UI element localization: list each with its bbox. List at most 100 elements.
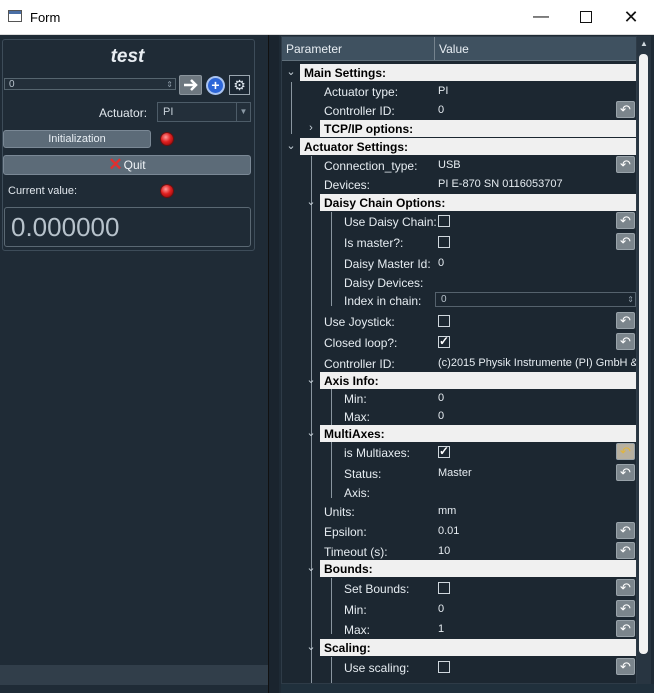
param-controller-id: Controller ID: 0 ↶ <box>282 101 636 120</box>
add-button[interactable]: + <box>205 75 226 95</box>
param-value[interactable]: 0 <box>438 603 444 615</box>
set-bounds-checkbox[interactable] <box>438 582 450 594</box>
param-status: Status: Master ↶ <box>282 464 636 483</box>
reset-icon[interactable]: ↶ <box>616 333 635 350</box>
param-value[interactable]: 0.01 <box>438 525 459 537</box>
chevron-down-icon[interactable]: ⌄ <box>304 425 318 441</box>
group-label: Axis Info: <box>324 374 379 388</box>
plus-icon: + <box>208 77 223 93</box>
chevron-down-icon[interactable]: ⌄ <box>304 560 318 576</box>
preset-combo[interactable]: 0 ⇕ <box>4 78 176 90</box>
parameter-tree: Parameter Value ⌄ Main Settings: Actuator… <box>281 36 637 684</box>
actuator-select[interactable]: PI ▼ <box>157 102 251 122</box>
minimize-button[interactable]: — <box>518 0 564 34</box>
left-status-bar <box>0 665 268 685</box>
is-multiaxes-checkbox[interactable] <box>438 444 450 458</box>
chevron-right-icon[interactable]: › <box>304 120 318 136</box>
scrollbar-thumb[interactable] <box>639 54 648 654</box>
reset-icon[interactable]: ↶ <box>616 464 635 481</box>
group-scaling[interactable]: ⌄ Scaling: <box>282 638 636 657</box>
spin-arrows-icon[interactable]: ⇕ <box>627 293 634 306</box>
group-label: Daisy Chain Options: <box>324 196 446 210</box>
param-use-joystick: Use Joystick: ↶ <box>282 312 636 331</box>
reset-icon[interactable]: ↶ <box>616 542 635 559</box>
reset-icon[interactable]: ↶ <box>616 233 635 250</box>
reset-icon[interactable]: ↶ <box>616 600 635 617</box>
param-value[interactable]: (c)2015 Physik Instrumente (PI) GmbH & <box>438 357 636 369</box>
reset-icon[interactable]: ↶ <box>616 620 635 637</box>
group-actuator-settings[interactable]: ⌄ Actuator Settings: <box>282 137 636 156</box>
param-value[interactable]: Master <box>438 467 472 479</box>
reset-icon[interactable]: ↶ <box>616 579 635 596</box>
spin-arrows-icon: ⇕ <box>166 80 173 89</box>
param-axis: Axis: <box>282 483 636 502</box>
param-label: Controller ID: <box>324 104 395 118</box>
param-value[interactable]: 0 <box>438 104 444 116</box>
current-value-display: 0.000000 <box>4 207 251 247</box>
param-label: is Multiaxes: <box>344 446 411 460</box>
reset-icon[interactable]: ↶ <box>616 443 635 460</box>
param-label: Connection_type: <box>324 159 418 173</box>
group-axis-info[interactable]: ⌄ Axis Info: <box>282 371 636 390</box>
param-label: Use Daisy Chain: <box>344 215 437 229</box>
param-actuator-type: Actuator type: PI <box>282 82 636 101</box>
param-value[interactable]: PI E-870 SN 0116053707 <box>438 178 563 190</box>
chevron-down-icon[interactable]: ⌄ <box>304 639 318 655</box>
use-daisy-checkbox[interactable] <box>438 215 450 227</box>
param-value[interactable]: mm <box>438 505 456 517</box>
chevron-down-icon[interactable]: ⌄ <box>284 138 298 154</box>
param-set-bounds: Set Bounds: ↶ <box>282 579 636 598</box>
quit-x-icon: ✕ <box>108 155 123 174</box>
is-master-checkbox[interactable] <box>438 236 450 248</box>
param-value[interactable]: 0 <box>438 257 444 269</box>
maximize-button[interactable] <box>563 0 609 34</box>
group-bounds[interactable]: ⌄ Bounds: <box>282 559 636 578</box>
reset-icon[interactable]: ↶ <box>616 522 635 539</box>
param-value[interactable]: 0 <box>438 392 444 404</box>
reset-icon[interactable]: ↶ <box>616 212 635 229</box>
param-label: Closed loop?: <box>324 336 398 350</box>
group-daisy-chain[interactable]: ⌄ Daisy Chain Options: <box>282 193 636 212</box>
use-scaling-checkbox[interactable] <box>438 661 450 673</box>
reset-icon[interactable]: ↶ <box>616 101 635 118</box>
actuator-panel: test 0 ⇕ + ⚙ Actuator: PI ▼ Initialization… <box>0 35 268 693</box>
actuator-label: Actuator: <box>99 106 148 120</box>
arrow-right-icon <box>183 79 198 91</box>
group-main-settings[interactable]: ⌄ Main Settings: <box>282 63 636 82</box>
param-label: Actuator type: <box>324 85 399 99</box>
chevron-down-icon[interactable]: ⌄ <box>304 194 318 210</box>
chevron-down-icon: ▼ <box>236 103 250 121</box>
scroll-up-icon[interactable]: ▲ <box>640 39 648 48</box>
panel-splitter[interactable] <box>268 35 279 693</box>
param-value[interactable]: PI <box>438 85 448 97</box>
param-value[interactable]: 0 <box>438 410 444 422</box>
window-title: Form <box>30 10 61 25</box>
use-joystick-checkbox[interactable] <box>438 315 450 327</box>
param-label: Use Joystick: <box>324 315 395 329</box>
param-value[interactable]: 10 <box>438 545 450 557</box>
reset-icon[interactable]: ↶ <box>616 156 635 173</box>
header-value[interactable]: Value <box>439 42 469 56</box>
header-parameter[interactable]: Parameter <box>286 42 342 56</box>
reset-icon[interactable]: ↶ <box>616 658 635 675</box>
initialization-button[interactable]: Initialization <box>3 130 151 148</box>
settings-button[interactable]: ⚙ <box>229 75 250 95</box>
group-tcpip-options[interactable]: › TCP/IP options: <box>282 119 636 138</box>
reset-icon[interactable]: ↶ <box>616 312 635 329</box>
chevron-down-icon[interactable]: ⌄ <box>284 64 298 80</box>
param-value[interactable]: USB <box>438 159 461 171</box>
param-connection-type: Connection_type: USB ↶ <box>282 156 636 175</box>
group-multiaxes[interactable]: ⌄ MultiAxes: <box>282 424 636 443</box>
param-closed-loop: Closed loop?: ↶ <box>282 333 636 352</box>
move-to-button[interactable] <box>179 75 202 95</box>
index-in-chain-spinbox[interactable]: 0 ⇕ <box>435 292 636 307</box>
tree-vertical-scrollbar[interactable]: ▲ <box>637 36 651 684</box>
param-value[interactable]: 1 <box>438 623 444 635</box>
close-button[interactable]: ✕ <box>608 0 654 34</box>
quit-label: Quit <box>123 158 146 172</box>
param-label: Use scaling: <box>344 661 410 675</box>
quit-button[interactable]: ✕ Quit <box>3 155 251 175</box>
chevron-down-icon[interactable]: ⌄ <box>304 372 318 388</box>
closed-loop-checkbox[interactable] <box>438 334 450 348</box>
gear-icon: ⚙ <box>233 76 246 93</box>
